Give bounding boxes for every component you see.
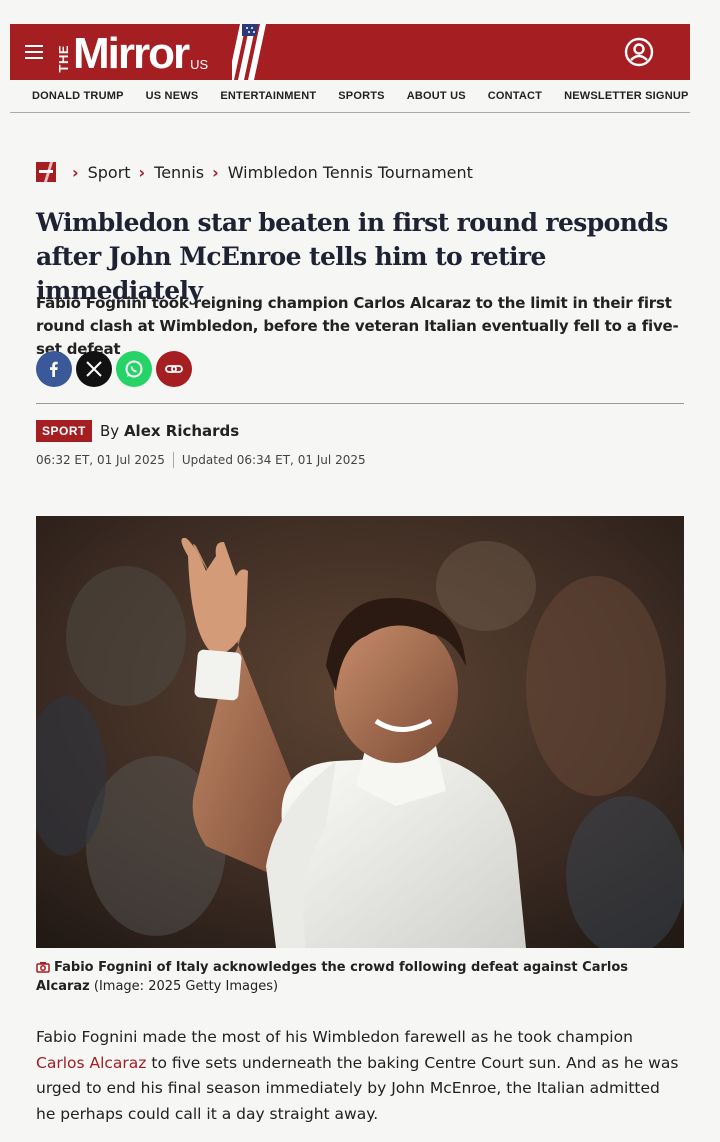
nav-newsletter-signup[interactable]: NEWSLETTER SIGNUP [564,90,688,102]
link-icon [165,365,183,373]
copy-link-button[interactable] [156,351,192,387]
timestamp-separator [172,452,174,468]
byline-prefix: By [100,422,120,440]
timestamps: 06:32 ET, 01 Jul 2025 Updated 06:34 ET, … [36,452,366,468]
hero-image [36,516,684,948]
breadcrumb-sport[interactable]: Sport [88,163,131,182]
chevron-right-icon: › [138,162,146,182]
section-tag[interactable]: SPORT [36,420,92,442]
carlos-alcaraz-link[interactable]: Carlos Alcaraz [36,1054,146,1072]
nav-sports[interactable]: SPORTS [338,90,384,102]
logo-the: THE [56,44,71,73]
nav-about-us[interactable]: ABOUT US [407,90,466,102]
facebook-icon [50,361,58,377]
caption-credit: (Image: 2025 Getty Images) [93,979,279,994]
facebook-share-button[interactable] [36,351,72,387]
breadcrumb-tennis[interactable]: Tennis [154,163,204,182]
divider [36,403,684,404]
body-text-1: Fabio Fognini made the most of his Wimbl… [36,1028,633,1046]
whatsapp-icon [125,360,143,378]
masthead: THE Mirror US [10,24,690,80]
image-caption: Fabio Fognini of Italy acknowledges the … [36,958,686,996]
whatsapp-share-button[interactable] [116,351,152,387]
x-share-button[interactable] [76,351,112,387]
author-name[interactable]: Alex Richards [124,422,239,440]
home-logo-icon[interactable] [36,162,56,182]
top-nav: DONALD TRUMP US NEWS ENTERTAINMENT SPORT… [10,80,690,113]
site-logo[interactable]: THE Mirror US [56,28,208,76]
logo-mirror: Mirror [73,29,190,78]
menu-icon[interactable] [25,45,43,59]
nav-entertainment[interactable]: ENTERTAINMENT [220,90,316,102]
flag-stripes-icon [232,24,266,80]
logo-us: US [190,57,209,72]
share-buttons [36,351,196,387]
updated-time: Updated 06:34 ET, 01 Jul 2025 [181,453,366,467]
account-icon[interactable] [624,37,654,67]
nav-donald-trump[interactable]: DONALD TRUMP [32,90,124,102]
breadcrumb: › Sport › Tennis › Wimbledon Tennis Tour… [36,160,473,184]
breadcrumb-wimbledon[interactable]: Wimbledon Tennis Tournament [228,163,473,182]
x-icon [86,361,102,377]
published-time: 06:32 ET, 01 Jul 2025 [36,453,165,467]
chevron-right-icon: › [212,162,219,182]
nav-contact[interactable]: CONTACT [488,90,542,102]
chevron-right-icon: › [72,162,79,182]
nav-us-news[interactable]: US NEWS [146,90,199,102]
byline: By Alex Richards [100,422,239,440]
article-body: Fabio Fognini made the most of his Wimbl… [36,1025,684,1127]
camera-icon [36,962,50,973]
